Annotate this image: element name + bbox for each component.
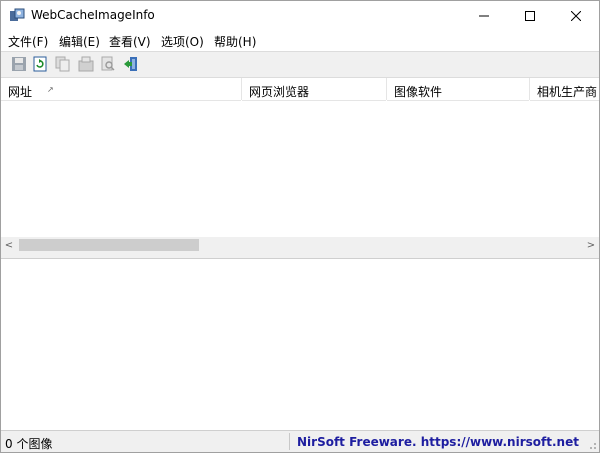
horizontal-scrollbar[interactable]: < >: [1, 237, 599, 253]
close-button[interactable]: [553, 1, 599, 31]
column-browser[interactable]: 网页浏览器: [242, 78, 386, 101]
exit-button[interactable]: [122, 55, 140, 73]
copy-button[interactable]: [54, 55, 72, 73]
resize-grip-icon[interactable]: [587, 440, 597, 450]
window-title: WebCacheImageInfo: [31, 8, 155, 22]
app-window: WebCacheImageInfo 文件(F) 编辑(E) 查看(V) 选项(O…: [0, 0, 600, 453]
status-bar: 0 个图像 NirSoft Freeware. https://www.nirs…: [1, 431, 599, 452]
scroll-right-button[interactable]: >: [583, 237, 599, 253]
menu-edit[interactable]: 编辑(E): [59, 33, 100, 50]
refresh-icon: [33, 56, 47, 72]
menu-file[interactable]: 文件(F): [8, 33, 48, 50]
properties-button[interactable]: [77, 55, 95, 73]
menu-bar: 文件(F) 编辑(E) 查看(V) 选项(O) 帮助(H): [1, 31, 599, 51]
title-bar: WebCacheImageInfo: [1, 1, 599, 31]
chevron-right-icon: >: [586, 239, 596, 251]
nirsoft-link[interactable]: NirSoft Freeware. https://www.nirsoft.ne…: [297, 435, 579, 449]
column-url[interactable]: 网址 ↗: [1, 78, 241, 101]
app-icon: [9, 8, 25, 24]
column-image-software[interactable]: 图像软件: [387, 78, 529, 101]
scroll-thumb[interactable]: [19, 239, 199, 251]
status-divider: [289, 433, 290, 450]
column-camera-maker[interactable]: 相机生产商: [530, 78, 599, 101]
column-browser-label: 网页浏览器: [249, 85, 310, 99]
menu-help[interactable]: 帮助(H): [214, 33, 256, 50]
column-url-label: 网址: [8, 85, 33, 99]
details-pane[interactable]: [1, 259, 599, 431]
chevron-left-icon: <: [4, 239, 14, 251]
exit-icon: [124, 57, 137, 71]
menu-options[interactable]: 选项(O): [161, 33, 204, 50]
save-icon: [12, 57, 26, 71]
minimize-icon: [479, 15, 489, 17]
scroll-left-button[interactable]: <: [1, 237, 17, 253]
maximize-button[interactable]: [507, 1, 553, 31]
copy-icon: [55, 56, 70, 72]
refresh-button[interactable]: [31, 55, 49, 73]
menu-view[interactable]: 查看(V): [109, 33, 151, 50]
status-image-count: 0 个图像: [5, 437, 53, 451]
toolbar: [1, 51, 599, 78]
image-list[interactable]: 网址 ↗ 网页浏览器 图像软件 相机生产商 < >: [1, 78, 599, 254]
properties-icon: [78, 56, 94, 72]
column-camera-maker-label: 相机生产商: [537, 85, 598, 99]
minimize-button[interactable]: [461, 1, 507, 31]
column-image-software-label: 图像软件: [394, 85, 443, 99]
find-button[interactable]: [99, 55, 117, 73]
sort-indicator-icon: ↗: [47, 85, 54, 94]
save-button[interactable]: [10, 55, 28, 73]
maximize-icon: [525, 11, 535, 21]
close-icon: [571, 11, 581, 21]
find-icon: [101, 56, 115, 71]
